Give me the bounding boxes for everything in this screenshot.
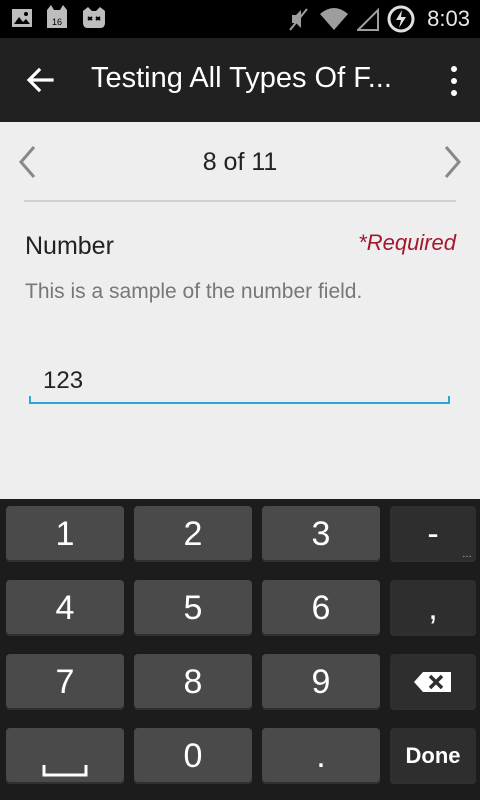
- signal-icon: [357, 7, 380, 31]
- page-count: 8 of 11: [202, 148, 278, 176]
- app-bar: Testing All Types Of F...: [0, 38, 480, 122]
- chevron-right-icon: [444, 146, 461, 178]
- more-keys-indicator: …: [462, 549, 472, 560]
- key-label: 9: [311, 663, 331, 701]
- key-9[interactable]: 9: [262, 654, 380, 710]
- key-label: Done: [405, 743, 461, 768]
- status-time: 8:03: [427, 6, 470, 31]
- key-comma[interactable]: ,: [390, 580, 476, 636]
- key-4[interactable]: 4: [6, 580, 124, 636]
- battery-charging-icon: [387, 5, 415, 33]
- key-1[interactable]: 1: [6, 506, 124, 562]
- overflow-menu-button[interactable]: [448, 64, 460, 98]
- space-icon: [42, 765, 88, 777]
- cyanogen-icon: [83, 7, 105, 28]
- key-label: ,: [428, 589, 438, 627]
- input-underline-tick: [448, 396, 450, 404]
- key-label: 1: [55, 515, 75, 553]
- key-label: 2: [183, 515, 203, 553]
- key-label: 6: [311, 589, 331, 627]
- required-indicator: *Required: [358, 230, 456, 255]
- key-7[interactable]: 7: [6, 654, 124, 710]
- space-key[interactable]: [6, 728, 124, 784]
- key-label: -: [427, 515, 439, 553]
- field-label: Number: [25, 232, 114, 260]
- divider: [24, 200, 456, 202]
- done-key[interactable]: Done: [390, 728, 476, 784]
- wifi-icon: [320, 8, 349, 30]
- back-button[interactable]: [22, 62, 62, 98]
- key-label: 0: [183, 737, 203, 775]
- key-label: 5: [183, 589, 203, 627]
- status-bar: 16 8:03: [0, 0, 480, 38]
- key-minus[interactable]: -…: [390, 506, 476, 562]
- svg-text:16: 16: [52, 17, 62, 27]
- key-period[interactable]: .: [262, 728, 380, 784]
- pager: 8 of 11: [0, 122, 480, 202]
- numeric-keyboard: 1 2 3 -… 4 5 6 , 7 8 9 0 . Done: [0, 499, 480, 800]
- key-label: .: [316, 737, 326, 775]
- key-label: 8: [183, 663, 203, 701]
- key-5[interactable]: 5: [134, 580, 252, 636]
- number-input[interactable]: [30, 364, 450, 404]
- page-title: Testing All Types Of F...: [91, 62, 392, 94]
- key-2[interactable]: 2: [134, 506, 252, 562]
- key-3[interactable]: 3: [262, 506, 380, 562]
- backspace-key[interactable]: [390, 654, 476, 710]
- image-icon: [12, 9, 32, 27]
- form-content: 8 of 11 Number *Required This is a sampl…: [0, 122, 480, 499]
- muted-icon: [289, 8, 308, 31]
- key-8[interactable]: 8: [134, 654, 252, 710]
- android-16-icon: 16: [47, 5, 67, 28]
- key-label: 4: [55, 589, 75, 627]
- next-button[interactable]: [442, 144, 464, 180]
- input-underline-tick: [29, 396, 31, 404]
- key-label: 3: [311, 515, 331, 553]
- key-6[interactable]: 6: [262, 580, 380, 636]
- backspace-icon: [414, 672, 451, 692]
- field-hint: This is a sample of the number field.: [25, 280, 363, 303]
- key-label: 7: [55, 663, 75, 701]
- key-0[interactable]: 0: [134, 728, 252, 784]
- back-arrow-icon: [26, 67, 54, 93]
- overflow-menu-icon: [451, 66, 457, 96]
